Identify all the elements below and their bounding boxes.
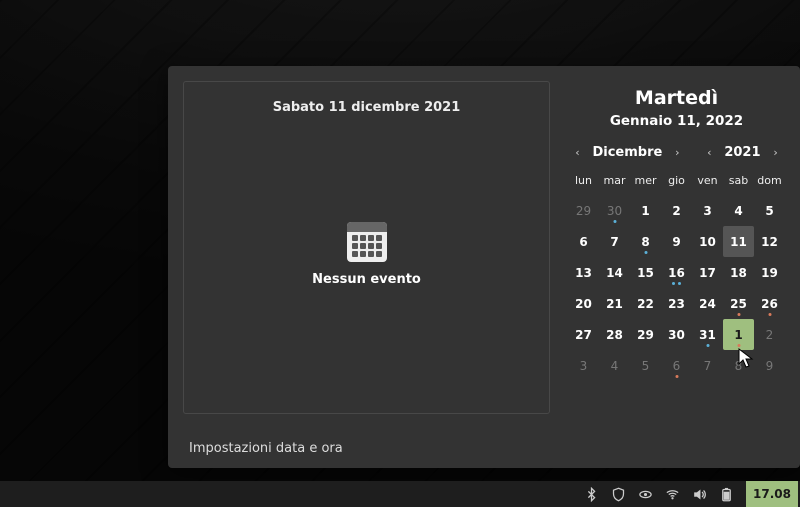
- calendar-day[interactable]: 4: [723, 195, 754, 226]
- calendar-day[interactable]: 7: [692, 350, 723, 381]
- calendar-day[interactable]: 3: [692, 195, 723, 226]
- calendar-day[interactable]: 9: [754, 350, 785, 381]
- calendar-day[interactable]: 19: [754, 257, 785, 288]
- calendar-panel: Martedì Gennaio 11, 2022 ‹ Dicembre › ‹ …: [568, 81, 785, 427]
- calendar-day[interactable]: 26: [754, 288, 785, 319]
- calendar-day[interactable]: 29: [630, 319, 661, 350]
- day-of-week-header: gio: [661, 174, 692, 195]
- calendar-day[interactable]: 17: [692, 257, 723, 288]
- calendar-day[interactable]: 12: [754, 226, 785, 257]
- calendar-day[interactable]: 1: [723, 319, 754, 350]
- calendar-day[interactable]: 24: [692, 288, 723, 319]
- date-time-settings-link[interactable]: Impostazioni data e ora: [183, 437, 785, 460]
- calendar-day[interactable]: 5: [630, 350, 661, 381]
- calendar-day[interactable]: 15: [630, 257, 661, 288]
- calendar-day[interactable]: 6: [568, 226, 599, 257]
- calendar-day[interactable]: 13: [568, 257, 599, 288]
- day-of-week-header: dom: [754, 174, 785, 195]
- bluetooth-icon[interactable]: [584, 487, 599, 502]
- calendar-day[interactable]: 27: [568, 319, 599, 350]
- calendar-day[interactable]: 10: [692, 226, 723, 257]
- calendar-day[interactable]: 4: [599, 350, 630, 381]
- calendar-day[interactable]: 18: [723, 257, 754, 288]
- day-of-week-header: ven: [692, 174, 723, 195]
- month-year-nav: ‹ Dicembre › ‹ 2021 ›: [568, 145, 785, 160]
- calendar-day[interactable]: 30: [599, 195, 630, 226]
- day-of-week-header: mer: [630, 174, 661, 195]
- calendar-day[interactable]: 31: [692, 319, 723, 350]
- applet-body: Sabato 11 dicembre 2021 Nessun evento Ma…: [183, 81, 785, 427]
- day-of-week-header: sab: [723, 174, 754, 195]
- next-year-button[interactable]: ›: [769, 146, 783, 160]
- event-dot-icon: [706, 344, 709, 347]
- day-of-week-header: mar: [599, 174, 630, 195]
- calendar-day[interactable]: 29: [568, 195, 599, 226]
- calendar-day[interactable]: 5: [754, 195, 785, 226]
- calendar-day[interactable]: 8: [723, 350, 754, 381]
- event-dot-icon: [678, 282, 681, 285]
- shield-icon[interactable]: [611, 487, 626, 502]
- event-dot-icon: [768, 313, 771, 316]
- wifi-icon[interactable]: [665, 487, 680, 502]
- calendar-day[interactable]: 14: [599, 257, 630, 288]
- month-label[interactable]: Dicembre: [588, 145, 666, 160]
- event-dot-icon: [675, 375, 678, 378]
- calendar-day[interactable]: 3: [568, 350, 599, 381]
- taskbar: 17.08: [0, 481, 800, 507]
- calendar-day[interactable]: 2: [661, 195, 692, 226]
- calendar-day[interactable]: 7: [599, 226, 630, 257]
- event-dot-icon: [737, 313, 740, 316]
- today-full-date: Gennaio 11, 2022: [610, 113, 743, 129]
- calendar-day[interactable]: 11: [723, 226, 754, 257]
- calendar-day[interactable]: 28: [599, 319, 630, 350]
- event-dot-icon: [613, 220, 616, 223]
- calendar-day[interactable]: 1: [630, 195, 661, 226]
- calendar-day[interactable]: 23: [661, 288, 692, 319]
- volume-icon[interactable]: [692, 487, 707, 502]
- event-dot-icon: [644, 251, 647, 254]
- calendar-day[interactable]: 21: [599, 288, 630, 319]
- next-month-button[interactable]: ›: [670, 146, 684, 160]
- calendar-grid: lunmarmergiovensabdom2930123456789101112…: [568, 174, 785, 381]
- prev-month-button[interactable]: ‹: [570, 146, 584, 160]
- calendar-day[interactable]: 6: [661, 350, 692, 381]
- day-of-week-header: lun: [568, 174, 599, 195]
- calendar-day[interactable]: 8: [630, 226, 661, 257]
- event-empty-state: Nessun evento: [312, 95, 421, 413]
- calendar-icon: [347, 222, 387, 262]
- calendar-day[interactable]: 9: [661, 226, 692, 257]
- gpu-icon[interactable]: [638, 487, 653, 502]
- today-weekday: Martedì: [635, 87, 718, 109]
- calendar-day[interactable]: 22: [630, 288, 661, 319]
- event-panel: Sabato 11 dicembre 2021 Nessun evento: [183, 81, 550, 414]
- calendar-day[interactable]: 20: [568, 288, 599, 319]
- calendar-day[interactable]: 25: [723, 288, 754, 319]
- calendar-day[interactable]: 30: [661, 319, 692, 350]
- calendar-day[interactable]: 16: [661, 257, 692, 288]
- calendar-day[interactable]: 2: [754, 319, 785, 350]
- no-event-label: Nessun evento: [312, 272, 421, 287]
- battery-icon[interactable]: [719, 487, 734, 502]
- taskbar-clock[interactable]: 17.08: [746, 481, 798, 507]
- event-dot-icon: [672, 282, 675, 285]
- prev-year-button[interactable]: ‹: [702, 146, 716, 160]
- event-dot-icon: [737, 344, 740, 347]
- calendar-applet: Sabato 11 dicembre 2021 Nessun evento Ma…: [168, 66, 800, 468]
- year-label[interactable]: 2021: [720, 145, 764, 160]
